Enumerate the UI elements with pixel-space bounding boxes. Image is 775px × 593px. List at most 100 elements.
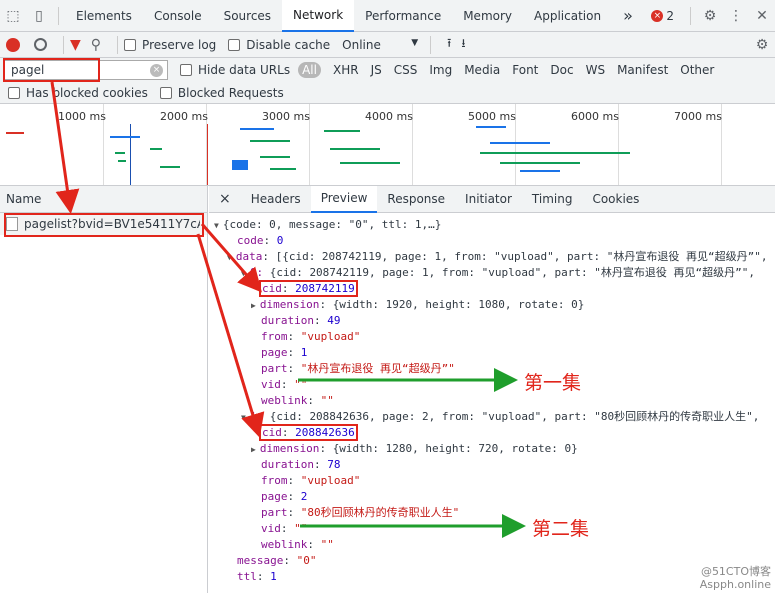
clear-filter-icon[interactable]: × (150, 64, 163, 77)
network-toolbar: ▼ ⚲ Preserve log Disable cache Online ▼ ⭱… (0, 32, 775, 58)
error-count[interactable]: 2 (666, 9, 674, 23)
expand-triangle-icon[interactable]: ▼ (241, 269, 246, 278)
device-toolbar-icon[interactable]: ▯ (26, 3, 52, 29)
timeline-marker (207, 124, 208, 185)
timing-bar (500, 162, 580, 164)
has-blocked-cookies-label: Has blocked cookies (26, 85, 148, 100)
name-column-header[interactable]: Name (0, 186, 207, 213)
filter-js[interactable]: JS (365, 63, 388, 77)
more-tabs-button[interactable]: » (612, 0, 644, 32)
tab-sources[interactable]: Sources (213, 0, 282, 32)
tick-label: 7000 ms (674, 110, 722, 123)
hide-data-urls-checkbox[interactable] (180, 64, 192, 76)
tab-response[interactable]: Response (377, 186, 455, 213)
close-detail-icon[interactable]: × (209, 191, 241, 207)
filter-img[interactable]: Img (423, 63, 458, 77)
timing-bar (260, 156, 290, 158)
filter-font[interactable]: Font (506, 63, 544, 77)
request-highlight-box (4, 213, 204, 237)
record-icon[interactable] (6, 37, 20, 52)
tick-label: 5000 ms (468, 110, 516, 123)
json-line: cid: 208742119 (259, 280, 358, 297)
timing-bar (115, 152, 125, 154)
json-line: from: "vupload" (261, 330, 361, 343)
timing-bar (110, 136, 140, 138)
import-har-icon[interactable]: ⭱ (447, 34, 451, 55)
filter-other[interactable]: Other (674, 63, 720, 77)
error-icon[interactable]: × (651, 9, 664, 22)
tab-console[interactable]: Console (143, 0, 213, 32)
devtools-tab-bar: ⬚ ▯ Elements Console Sources Network Per… (0, 0, 775, 32)
settings-gear-icon[interactable]: ⚙ (697, 3, 723, 29)
close-icon[interactable]: ✕ (749, 3, 775, 29)
timing-bar (160, 166, 180, 168)
blocked-requests-checkbox[interactable] (159, 86, 172, 99)
more-options-icon[interactable]: ⋮ (723, 3, 749, 29)
timing-bar (490, 142, 550, 144)
tab-application[interactable]: Application (523, 0, 612, 32)
search-icon[interactable]: ⚲ (91, 37, 101, 53)
has-blocked-cookies-checkbox[interactable] (8, 86, 20, 99)
json-root[interactable]: ▼ {code: 0, message: "0", ttl: 1,…} (214, 217, 441, 233)
tab-preview[interactable]: Preview (310, 185, 378, 213)
timing-bar (480, 152, 630, 154)
json-item1-line[interactable]: ▼ 1: {cid: 208842636, page: 2, from: "vup… (241, 409, 759, 425)
network-settings-gear-icon[interactable]: ⚙ (749, 32, 775, 58)
filter-css[interactable]: CSS (388, 63, 424, 77)
json-line: from: "vupload" (261, 474, 361, 487)
disable-cache-checkbox[interactable] (228, 38, 241, 51)
timing-bar (232, 160, 248, 170)
inspect-element-icon[interactable]: ⬚ (0, 3, 26, 29)
filter-doc[interactable]: Doc (544, 63, 579, 77)
tab-headers[interactable]: Headers (241, 186, 311, 213)
expand-triangle-icon[interactable]: ▶ (251, 445, 256, 454)
expand-triangle-icon[interactable]: ▼ (241, 413, 246, 422)
expand-triangle-icon[interactable]: ▶ (251, 301, 256, 310)
throttle-select[interactable]: Online ▼ (342, 38, 418, 52)
filter-bar: pagel × Hide data URLs All XHR JS CSS Im… (0, 58, 775, 82)
json-line: ttl: 1 (237, 570, 277, 583)
filter-ws[interactable]: WS (580, 63, 611, 77)
filter-funnel-icon[interactable]: ▼ (70, 37, 81, 53)
expand-triangle-icon[interactable]: ▼ (214, 221, 219, 230)
tab-memory[interactable]: Memory (452, 0, 523, 32)
timing-bar (250, 140, 290, 142)
json-data-line[interactable]: ▼ data: [{cid: 208742119, page: 1, from: … (227, 249, 767, 265)
tab-network[interactable]: Network (282, 0, 355, 32)
network-overview[interactable]: 1000 ms 2000 ms 3000 ms 4000 ms 5000 ms … (0, 104, 775, 186)
timing-bar (324, 130, 360, 132)
detail-tab-bar: × Headers Preview Response Initiator Tim… (209, 185, 775, 213)
timing-bar (6, 132, 24, 134)
json-line: duration: 78 (261, 458, 341, 471)
blocked-requests-label: Blocked Requests (177, 85, 284, 100)
divider (690, 6, 691, 25)
hide-data-urls-label: Hide data URLs (198, 63, 291, 77)
request-list: Name pagelist?bvid=BV1e5411Y7cA&... (0, 186, 208, 593)
filter-manifest[interactable]: Manifest (611, 63, 674, 77)
site-label: Aspph.online (699, 578, 771, 591)
json-line: cid: 208842636 (259, 424, 358, 441)
json-line: vid: "" (261, 522, 308, 535)
json-line[interactable]: ▶ dimension: {width: 1280, height: 720, r… (251, 441, 578, 457)
filter-all-button[interactable]: All (298, 62, 321, 78)
tab-cookies[interactable]: Cookies (582, 186, 649, 213)
preserve-log-checkbox[interactable] (124, 38, 137, 51)
expand-triangle-icon[interactable]: ▼ (227, 253, 232, 262)
export-har-icon[interactable]: ⭳ (461, 34, 465, 55)
json-line[interactable]: ▶ dimension: {width: 1920, height: 1080, … (251, 297, 584, 313)
timing-bar (240, 128, 274, 130)
timing-bar (330, 148, 380, 150)
tab-timing[interactable]: Timing (522, 186, 583, 213)
clear-icon[interactable] (34, 38, 47, 51)
tab-initiator[interactable]: Initiator (455, 186, 522, 213)
filter-media[interactable]: Media (458, 63, 506, 77)
tab-performance[interactable]: Performance (354, 0, 452, 32)
json-line: vid: "" (261, 378, 308, 391)
divider (430, 35, 432, 54)
tick-label: 2000 ms (160, 110, 208, 123)
cid-highlight: cid: 208842636 (259, 424, 358, 441)
json-item0-line[interactable]: ▼ 0: {cid: 208742119, page: 1, from: "vup… (241, 265, 755, 281)
filter-xhr[interactable]: XHR (327, 63, 365, 77)
filter-highlight-box (3, 58, 100, 82)
tab-elements[interactable]: Elements (65, 0, 143, 32)
